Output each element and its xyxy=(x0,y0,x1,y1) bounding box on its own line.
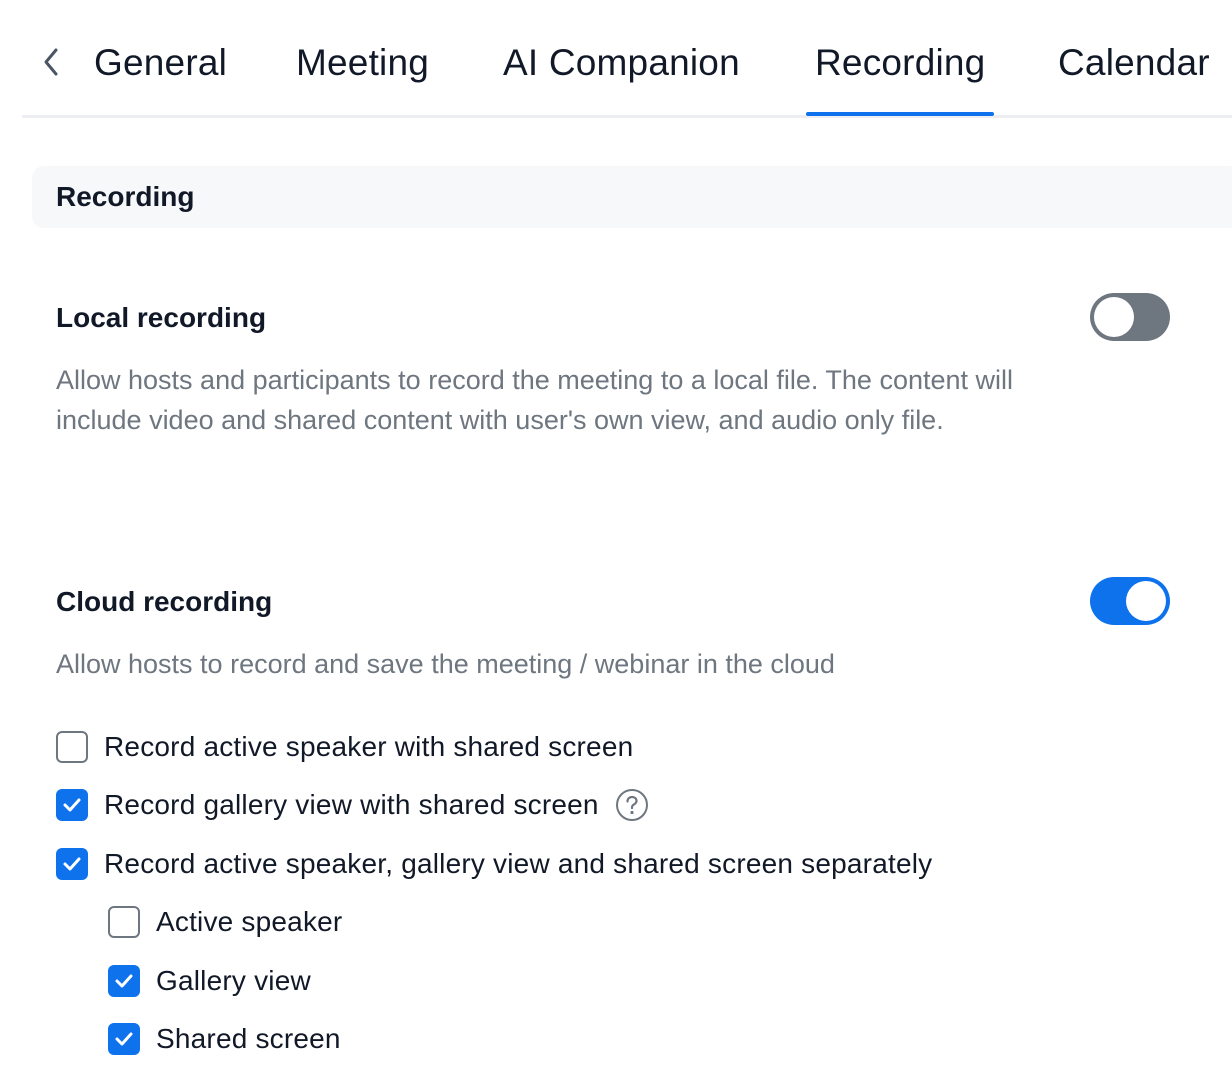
settings-tab-bar: General Meeting AI Companion Recording C… xyxy=(22,0,1232,118)
sub-option-active-speaker[interactable]: Active speaker xyxy=(108,902,342,942)
option-record-separately[interactable]: Record active speaker, gallery view and … xyxy=(56,844,932,884)
sub-option-label: Shared screen xyxy=(156,1023,341,1054)
cloud-recording-title: Cloud recording xyxy=(56,586,273,617)
local-recording-description: Allow hosts and participants to record t… xyxy=(56,365,1014,435)
local-recording-title: Local recording xyxy=(56,302,267,333)
section-title: Recording xyxy=(56,181,195,212)
tab-calendar[interactable]: Calendar xyxy=(1058,38,1210,88)
checkmark-icon xyxy=(63,798,81,812)
checkbox-checked[interactable] xyxy=(108,1023,140,1055)
option-active-speaker-shared-screen[interactable]: Record active speaker with shared screen xyxy=(56,727,633,767)
local-recording-toggle[interactable] xyxy=(1090,293,1170,341)
checkmark-icon xyxy=(63,857,81,871)
sub-option-gallery-view[interactable]: Gallery view xyxy=(108,961,311,1001)
tab-general[interactable]: General xyxy=(94,38,227,88)
tab-recording[interactable]: Recording xyxy=(805,38,995,116)
tab-meeting[interactable]: Meeting xyxy=(296,38,429,88)
cloud-recording-description: Allow hosts to record and save the meeti… xyxy=(56,649,835,679)
checkbox-unchecked[interactable] xyxy=(56,731,88,763)
checkmark-icon xyxy=(115,974,133,988)
option-label: Record gallery view with shared screen xyxy=(104,789,599,820)
tab-ai-companion[interactable]: AI Companion xyxy=(503,38,740,88)
checkbox-checked[interactable] xyxy=(56,848,88,880)
question-circle-icon[interactable] xyxy=(615,788,649,822)
cloud-recording-toggle[interactable] xyxy=(1090,577,1170,625)
checkmark-icon xyxy=(115,1032,133,1046)
chevron-left-icon xyxy=(44,48,58,76)
checkbox-checked[interactable] xyxy=(108,965,140,997)
section-header: Recording xyxy=(32,166,1232,228)
sub-option-label: Gallery view xyxy=(156,965,311,996)
toggle-knob xyxy=(1126,581,1166,621)
option-label: Record active speaker, gallery view and … xyxy=(104,848,933,879)
sub-option-label: Active speaker xyxy=(156,906,343,937)
checkbox-checked[interactable] xyxy=(56,789,88,821)
option-gallery-view-shared-screen[interactable]: Record gallery view with shared screen xyxy=(56,785,649,825)
option-label: Record active speaker with shared screen xyxy=(104,731,634,762)
toggle-knob xyxy=(1094,297,1134,337)
checkbox-unchecked[interactable] xyxy=(108,906,140,938)
back-button[interactable] xyxy=(38,44,66,80)
sub-option-shared-screen[interactable]: Shared screen xyxy=(108,1019,341,1059)
